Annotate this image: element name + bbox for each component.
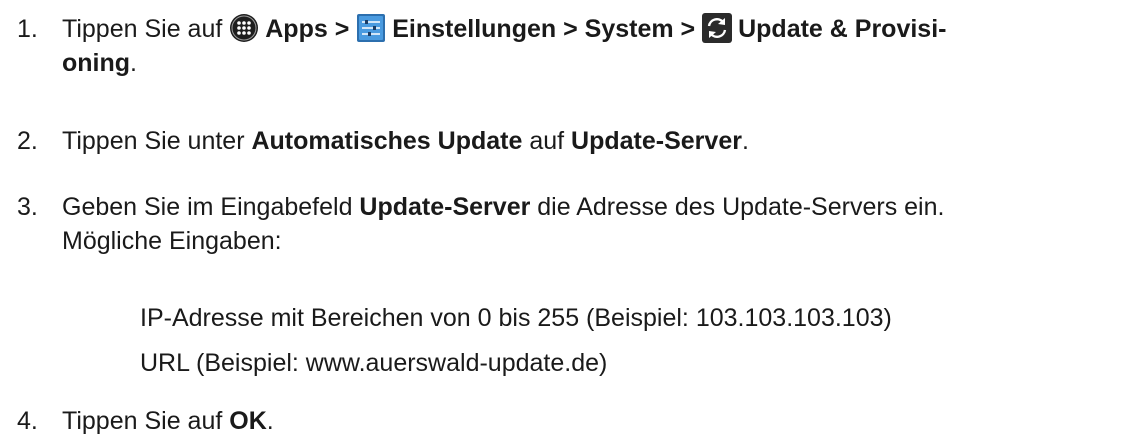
step-text-part: Geben Sie im Eingabefeld xyxy=(62,193,353,221)
settings-icon xyxy=(356,13,386,43)
step-text: Tippen Sie auf OK. xyxy=(62,404,1120,438)
step-line: oning. xyxy=(62,46,1120,80)
step-line: Tippen Sie auf Apps > Einstellungen > Sy… xyxy=(62,12,1120,46)
punctuation: . xyxy=(130,49,137,77)
step-text: Tippen Sie unter Automatisches Update au… xyxy=(62,124,1120,158)
update-sync-icon xyxy=(702,13,733,43)
option-ip-address: IP-Adresse mit Bereichen von 0 bis 255 (… xyxy=(140,304,892,332)
step-line: Geben Sie im Eingabefeld Update-Server d… xyxy=(62,190,1120,224)
update-server-field-label: Update-Server xyxy=(359,193,531,221)
option-url: URL (Beispiel: www.auerswald-update.de) xyxy=(140,349,608,377)
update-provisioning-label: Update & Provisi- xyxy=(738,15,947,43)
step-text: Geben Sie im Eingabefeld Update-Server d… xyxy=(62,190,1120,258)
step-number: 3. xyxy=(17,193,38,221)
punctuation: . xyxy=(741,127,749,155)
step-text-part: auf xyxy=(529,127,565,155)
ok-label: OK xyxy=(229,407,267,435)
step-number: 4. xyxy=(17,407,38,435)
update-server-label: Update-Server xyxy=(571,127,742,155)
apps-icon xyxy=(229,13,259,43)
step-number: 1. xyxy=(17,15,38,43)
step-number: 2. xyxy=(17,127,38,155)
step-text-part: Tippen Sie unter xyxy=(62,127,245,155)
step-text-prefix: Tippen Sie auf xyxy=(62,15,223,43)
update-provisioning-label-cont: oning xyxy=(62,49,131,77)
step-text-part: die Adresse des Update-Servers ein. xyxy=(537,193,945,221)
automatic-update-label: Automatisches Update xyxy=(251,127,523,155)
step-text: Tippen Sie auf Apps > Einstellungen > Sy… xyxy=(62,12,1120,80)
punctuation: . xyxy=(266,407,274,435)
apps-label: Apps > xyxy=(265,15,350,43)
step-text-part: Tippen Sie auf xyxy=(62,407,223,435)
settings-label: Einstellungen > System > xyxy=(392,15,696,43)
step-line: Mögliche Eingaben: xyxy=(62,227,282,255)
